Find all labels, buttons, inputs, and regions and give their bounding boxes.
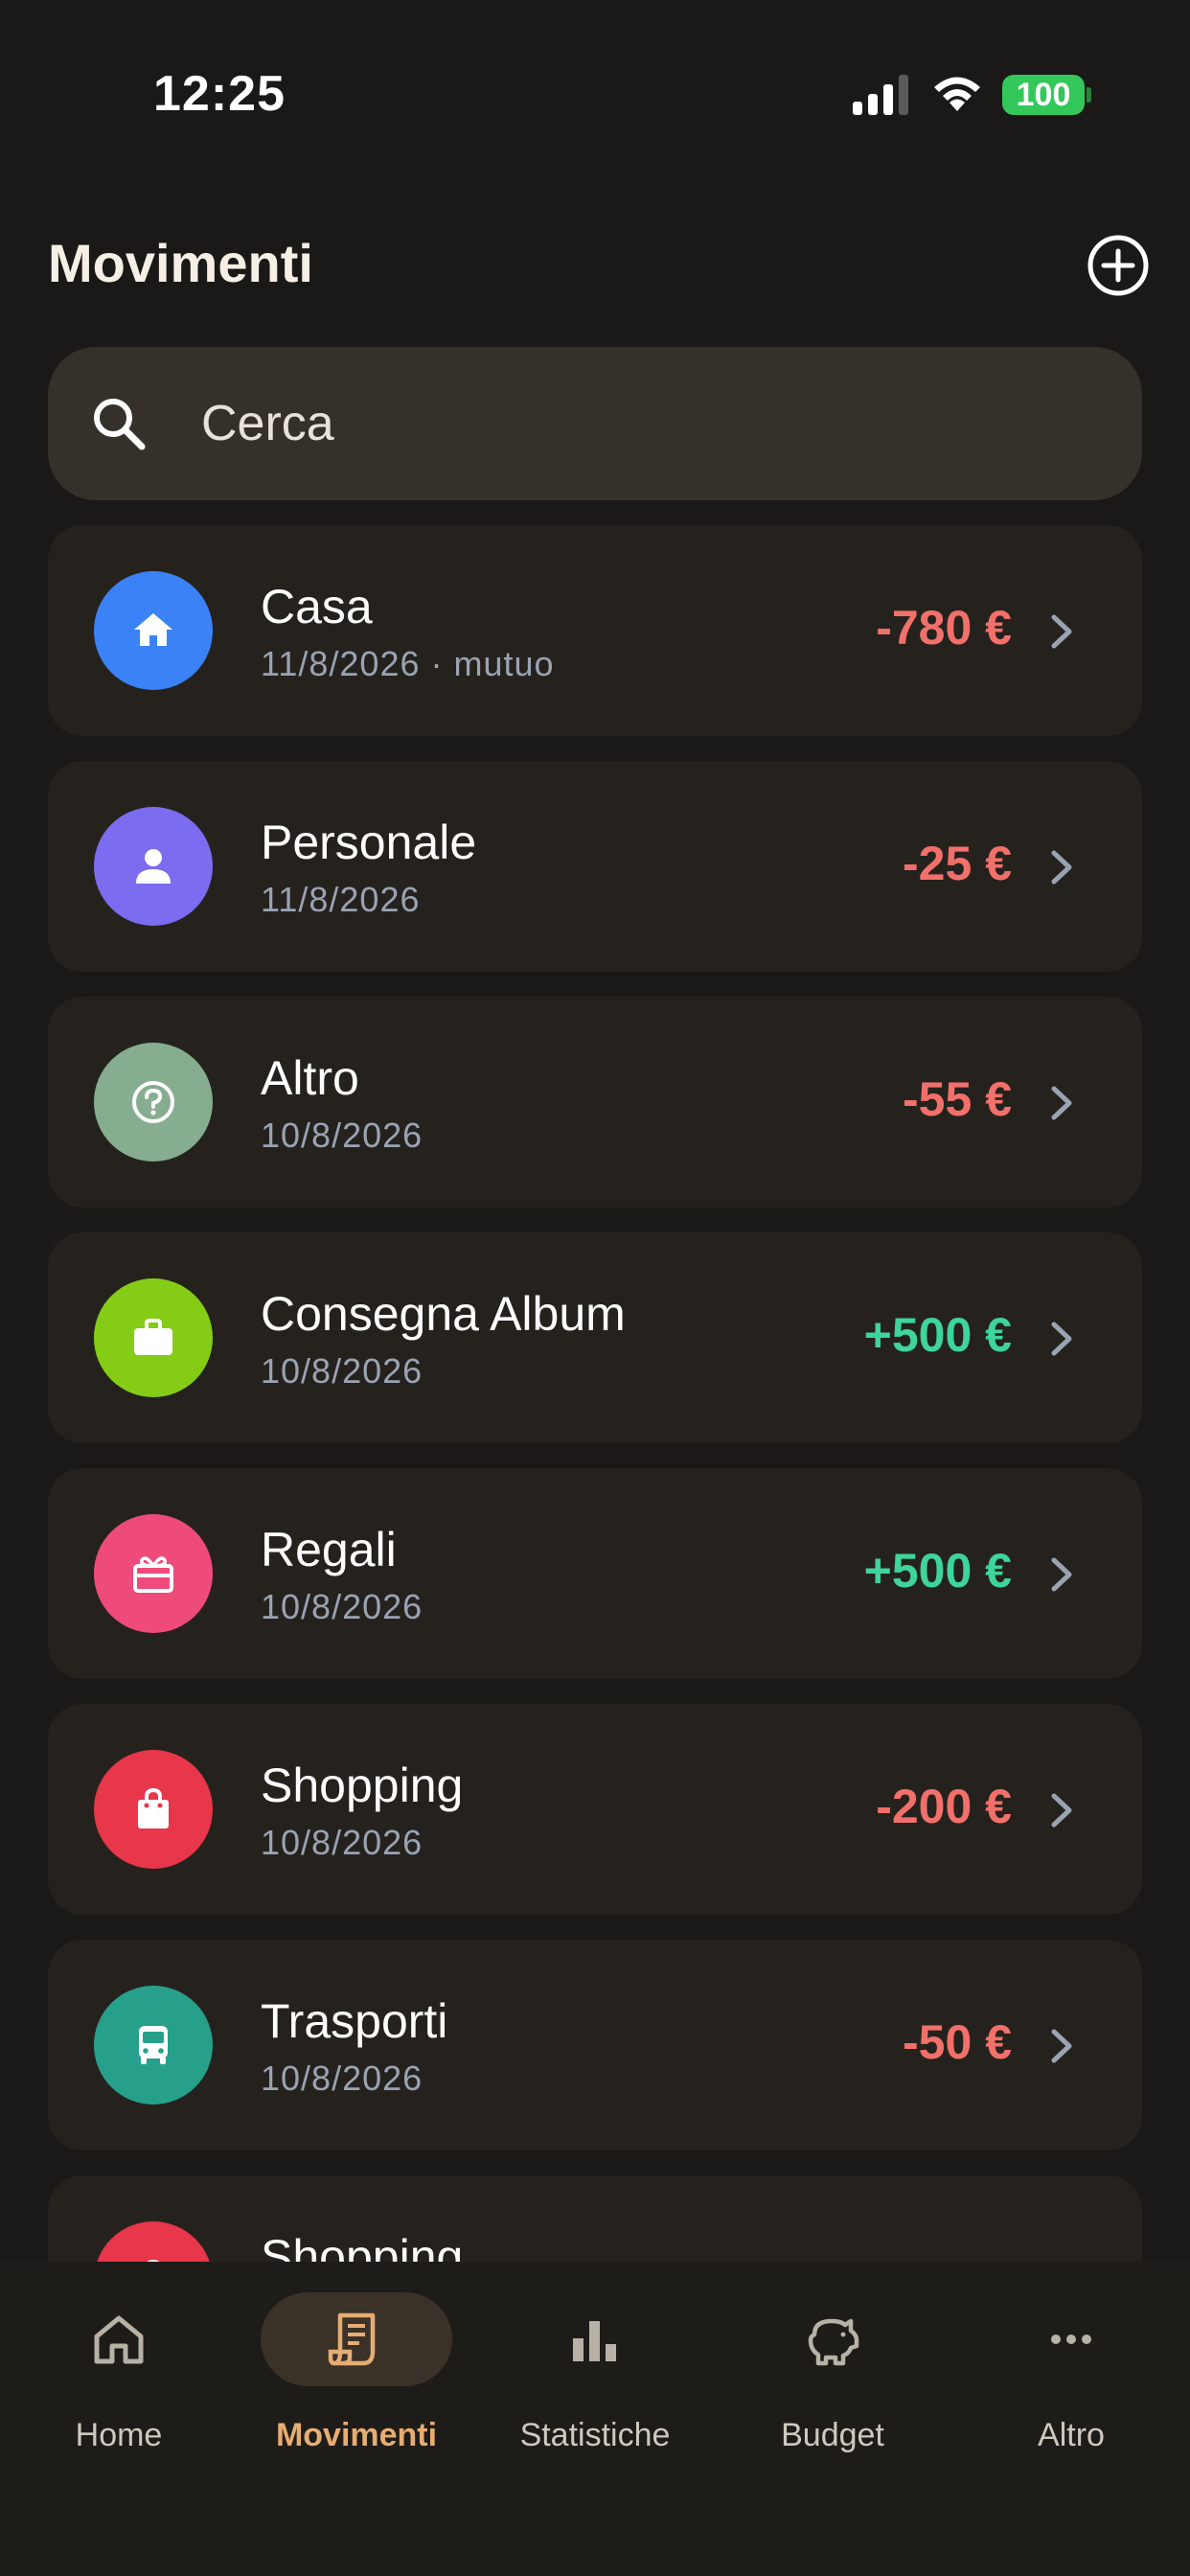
- transaction-meta: 10/8/2026: [261, 2058, 423, 2098]
- transaction-name: Consegna Album: [261, 1287, 626, 1341]
- category-icon-badge: [94, 807, 213, 926]
- tab-statistiche[interactable]: Statistiche: [476, 2292, 714, 2484]
- chevron-right-icon: [1051, 1793, 1072, 1828]
- page-title: Movimenti: [48, 233, 313, 293]
- tab-bar: Home Movimenti Statistiche Budget Altro: [0, 2262, 1190, 2576]
- piggy-bank-icon: [808, 2318, 859, 2366]
- transaction-row[interactable]: Consegna Album 10/8/2026 +500 €: [48, 1232, 1142, 1443]
- chevron-right-icon: [1051, 2029, 1072, 2063]
- help-icon: [132, 1081, 174, 1123]
- transaction-row[interactable]: Casa 11/8/2026 · mutuo -780 €: [48, 525, 1142, 736]
- tab-icon-container: [261, 2292, 452, 2386]
- transaction-name: Personale: [261, 816, 477, 869]
- tab-movimenti[interactable]: Movimenti: [238, 2292, 475, 2484]
- category-icon-badge: [94, 1043, 213, 1162]
- tab-altro[interactable]: Altro: [952, 2292, 1190, 2484]
- gift-icon: [133, 1556, 173, 1593]
- search-input[interactable]: [201, 385, 1064, 462]
- bus-icon: [139, 2026, 168, 2064]
- status-time: 12:25: [153, 66, 286, 122]
- more-icon: [1051, 2334, 1091, 2344]
- transaction-amount: -55 €: [903, 1072, 1012, 1126]
- transaction-meta: 11/8/2026 · mutuo: [261, 644, 555, 683]
- chevron-right-icon: [1051, 1557, 1072, 1592]
- search-icon: [94, 399, 146, 450]
- cellular-signal-icon: [853, 75, 908, 115]
- screen: 12:25 100 Movimenti Cerca Casa 11/8/2026…: [0, 0, 1190, 2576]
- transaction-row[interactable]: Trasporti 10/8/2026 -50 €: [48, 1940, 1142, 2150]
- transaction-amount: +500 €: [863, 1544, 1012, 1598]
- search-bar[interactable]: [48, 347, 1142, 500]
- tab-label: Altro: [1038, 2417, 1105, 2453]
- transaction-name: Regali: [261, 1523, 397, 1576]
- transaction-meta: 10/8/2026: [261, 1116, 423, 1155]
- transaction-row[interactable]: Regali 10/8/2026 +500 €: [48, 1468, 1142, 1679]
- category-icon-badge: [94, 1986, 213, 2104]
- transaction-meta: 10/8/2026: [261, 1587, 423, 1626]
- briefcase-icon: [134, 1319, 172, 1355]
- category-icon-badge: [94, 571, 213, 690]
- tab-home[interactable]: Home: [0, 2292, 238, 2484]
- chevron-right-icon: [1051, 850, 1072, 885]
- transaction-amount: -200 €: [876, 1780, 1012, 1833]
- transaction-list: Casa 11/8/2026 · mutuo -780 € Personale …: [48, 525, 1142, 2411]
- transaction-amount: -50 €: [903, 2015, 1012, 2069]
- tab-label: Home: [75, 2417, 163, 2453]
- plus-circle-icon[interactable]: [1087, 234, 1150, 297]
- transaction-meta: 10/8/2026: [261, 1351, 423, 1391]
- transaction-name: Shopping: [261, 1759, 464, 1812]
- transaction-row[interactable]: Altro 10/8/2026 -55 €: [48, 997, 1142, 1208]
- tab-icon-container: [23, 2292, 215, 2386]
- transaction-name: Altro: [261, 1051, 359, 1105]
- tab-label: Movimenti: [275, 2417, 438, 2453]
- wifi-icon: [934, 77, 980, 111]
- home-icon: [94, 2315, 144, 2364]
- home-icon: [134, 613, 172, 646]
- transaction-row[interactable]: Personale 11/8/2026 -25 €: [48, 761, 1142, 972]
- tab-icon-container: [499, 2292, 691, 2386]
- chevron-right-icon: [1051, 614, 1072, 649]
- category-icon-badge: [94, 1514, 213, 1633]
- receipt-icon: [328, 2312, 376, 2366]
- battery-nub: [1087, 87, 1091, 103]
- bar-chart-icon: [573, 2321, 616, 2361]
- person-icon: [136, 849, 171, 884]
- transaction-amount: +500 €: [863, 1308, 1012, 1362]
- tab-label: Statistiche: [519, 2417, 671, 2453]
- category-icon-badge: [94, 1750, 213, 1869]
- transaction-amount: -25 €: [903, 837, 1012, 890]
- transaction-row[interactable]: Shopping 10/8/2026 -200 €: [48, 1704, 1142, 1915]
- shopping-bag-icon: [138, 1787, 169, 1828]
- chevron-right-icon: [1051, 1086, 1072, 1120]
- transaction-name: Trasporti: [261, 1994, 448, 2048]
- status-bar: 12:25 100: [0, 0, 1190, 192]
- tab-icon-container: [737, 2292, 928, 2386]
- transaction-amount: -780 €: [876, 601, 1012, 655]
- tab-budget[interactable]: Budget: [714, 2292, 951, 2484]
- battery-icon: 100: [1002, 75, 1085, 115]
- chevron-right-icon: [1051, 1322, 1072, 1356]
- tab-label: Budget: [781, 2417, 884, 2453]
- tab-icon-container: [975, 2292, 1167, 2386]
- transaction-meta: 11/8/2026: [261, 880, 421, 919]
- category-icon-badge: [94, 1278, 213, 1397]
- transaction-meta: 10/8/2026: [261, 1823, 423, 1862]
- transaction-name: Casa: [261, 580, 373, 633]
